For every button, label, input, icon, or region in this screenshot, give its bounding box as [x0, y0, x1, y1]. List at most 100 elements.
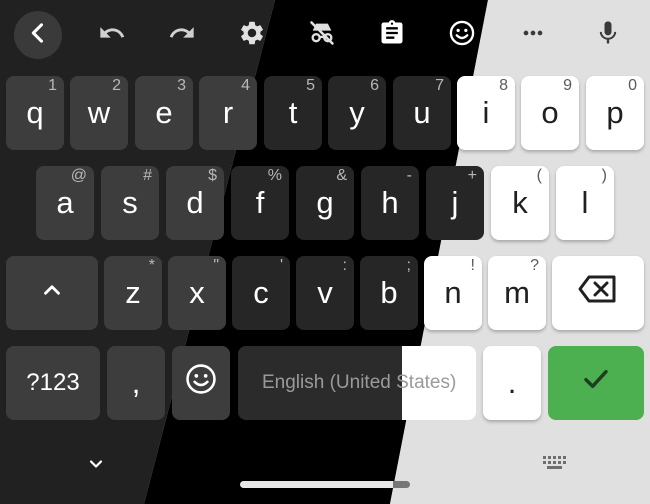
key-label: a [56, 185, 74, 220]
key-e[interactable]: e3 [135, 76, 193, 150]
key-v[interactable]: v: [296, 256, 354, 330]
incognito-off-icon [308, 19, 336, 51]
key-label: h [381, 185, 399, 220]
key-label: d [186, 185, 204, 220]
key-label: f [255, 185, 265, 220]
hide-keyboard-button[interactable] [84, 452, 108, 480]
redo-button[interactable] [158, 11, 206, 59]
key-n[interactable]: n! [424, 256, 482, 330]
keyboard-icon [541, 454, 569, 476]
key-c[interactable]: c ' [232, 256, 290, 330]
key-label: t [288, 95, 298, 130]
space-bar[interactable]: English (United States) [238, 346, 476, 420]
key-j[interactable]: j + [426, 166, 484, 240]
key-label: w [87, 95, 111, 130]
key-hint: + [467, 167, 477, 184]
shift-key[interactable] [6, 256, 98, 330]
more-horizontal-icon [519, 19, 547, 51]
key-b[interactable]: b; [360, 256, 418, 330]
key-hint: % [267, 167, 282, 184]
checkmark-icon [580, 363, 612, 403]
emoji-key[interactable] [172, 346, 230, 420]
key-hint: $ [208, 167, 217, 184]
redo-icon [168, 19, 196, 51]
key-a[interactable]: a @ [36, 166, 94, 240]
key-label: e [155, 95, 173, 130]
suggestion-toolbar [0, 0, 650, 70]
key-hint: ) [601, 167, 607, 184]
key-hint: @ [70, 167, 87, 184]
undo-button[interactable] [88, 11, 136, 59]
key-o[interactable]: o9 [521, 76, 579, 150]
key-h[interactable]: h- [361, 166, 419, 240]
key-label: s [122, 185, 138, 220]
space-bar-label: English (United States) [262, 372, 457, 393]
switch-keyboard-button[interactable] [538, 452, 572, 478]
key-hint: * [148, 257, 155, 274]
key-l[interactable]: l) [556, 166, 614, 240]
gear-icon [238, 19, 266, 51]
key-label: g [316, 185, 334, 220]
key-q[interactable]: q1 [6, 76, 64, 150]
key-hint: " [213, 257, 219, 274]
key-g[interactable]: g & [296, 166, 354, 240]
key-label: b [380, 275, 398, 310]
key-label: k [512, 185, 528, 220]
backspace-key[interactable] [552, 256, 644, 330]
key-hint: 9 [563, 77, 572, 94]
key-x[interactable]: x " [168, 256, 226, 330]
enter-key[interactable] [548, 346, 644, 420]
key-label: j [451, 185, 459, 220]
symbols-key[interactable]: ?123 [6, 346, 100, 420]
chevron-left-icon [24, 19, 52, 51]
key-label: o [541, 95, 559, 130]
key-hint: 1 [48, 77, 57, 94]
key-u[interactable]: u7 [393, 76, 451, 150]
key-t[interactable]: t5 [264, 76, 322, 150]
key-label: q [26, 95, 44, 130]
emoji-toolbar-button[interactable] [438, 11, 486, 59]
key-k[interactable]: k( [491, 166, 549, 240]
key-hint: 0 [628, 77, 637, 94]
key-hint: - [406, 167, 412, 184]
key-hint: 2 [112, 77, 121, 94]
smiley-icon [184, 362, 218, 404]
key-f[interactable]: f% [231, 166, 289, 240]
key-hint: 4 [241, 77, 250, 94]
key-hint: 3 [177, 77, 186, 94]
key-label: r [222, 95, 234, 130]
key-s[interactable]: s # [101, 166, 159, 240]
key-hint: 7 [435, 77, 444, 94]
key-label: u [413, 95, 431, 130]
key-hint: ; [406, 257, 411, 274]
toolbar-back-button[interactable] [14, 11, 62, 59]
key-w[interactable]: w2 [70, 76, 128, 150]
key-hint: 8 [499, 77, 508, 94]
navigation-handle[interactable] [240, 481, 410, 488]
key-label: l [581, 185, 589, 220]
key-label: v [317, 275, 333, 310]
more-button[interactable] [509, 11, 557, 59]
key-y[interactable]: y6 [328, 76, 386, 150]
key-label: m [504, 275, 530, 310]
key-r[interactable]: r4 [199, 76, 257, 150]
key-label: x [189, 275, 205, 310]
incognito-button[interactable] [298, 11, 346, 59]
key-d[interactable]: d $ [166, 166, 224, 240]
smiley-icon [448, 19, 476, 51]
microphone-icon [594, 19, 622, 51]
key-m[interactable]: m? [488, 256, 546, 330]
key-i[interactable]: i8 [457, 76, 515, 150]
key-hint: ? [530, 257, 539, 274]
key-label: c [253, 275, 269, 310]
key-z[interactable]: z * [104, 256, 162, 330]
settings-button[interactable] [228, 11, 276, 59]
voice-input-button[interactable] [584, 11, 632, 59]
key-label: y [349, 95, 365, 130]
period-key[interactable]: . [483, 346, 541, 420]
key-hint: 6 [370, 77, 379, 94]
key-p[interactable]: p0 [586, 76, 644, 150]
clipboard-button[interactable] [368, 11, 416, 59]
comma-key[interactable]: , [107, 346, 165, 420]
key-label: i [482, 95, 490, 130]
